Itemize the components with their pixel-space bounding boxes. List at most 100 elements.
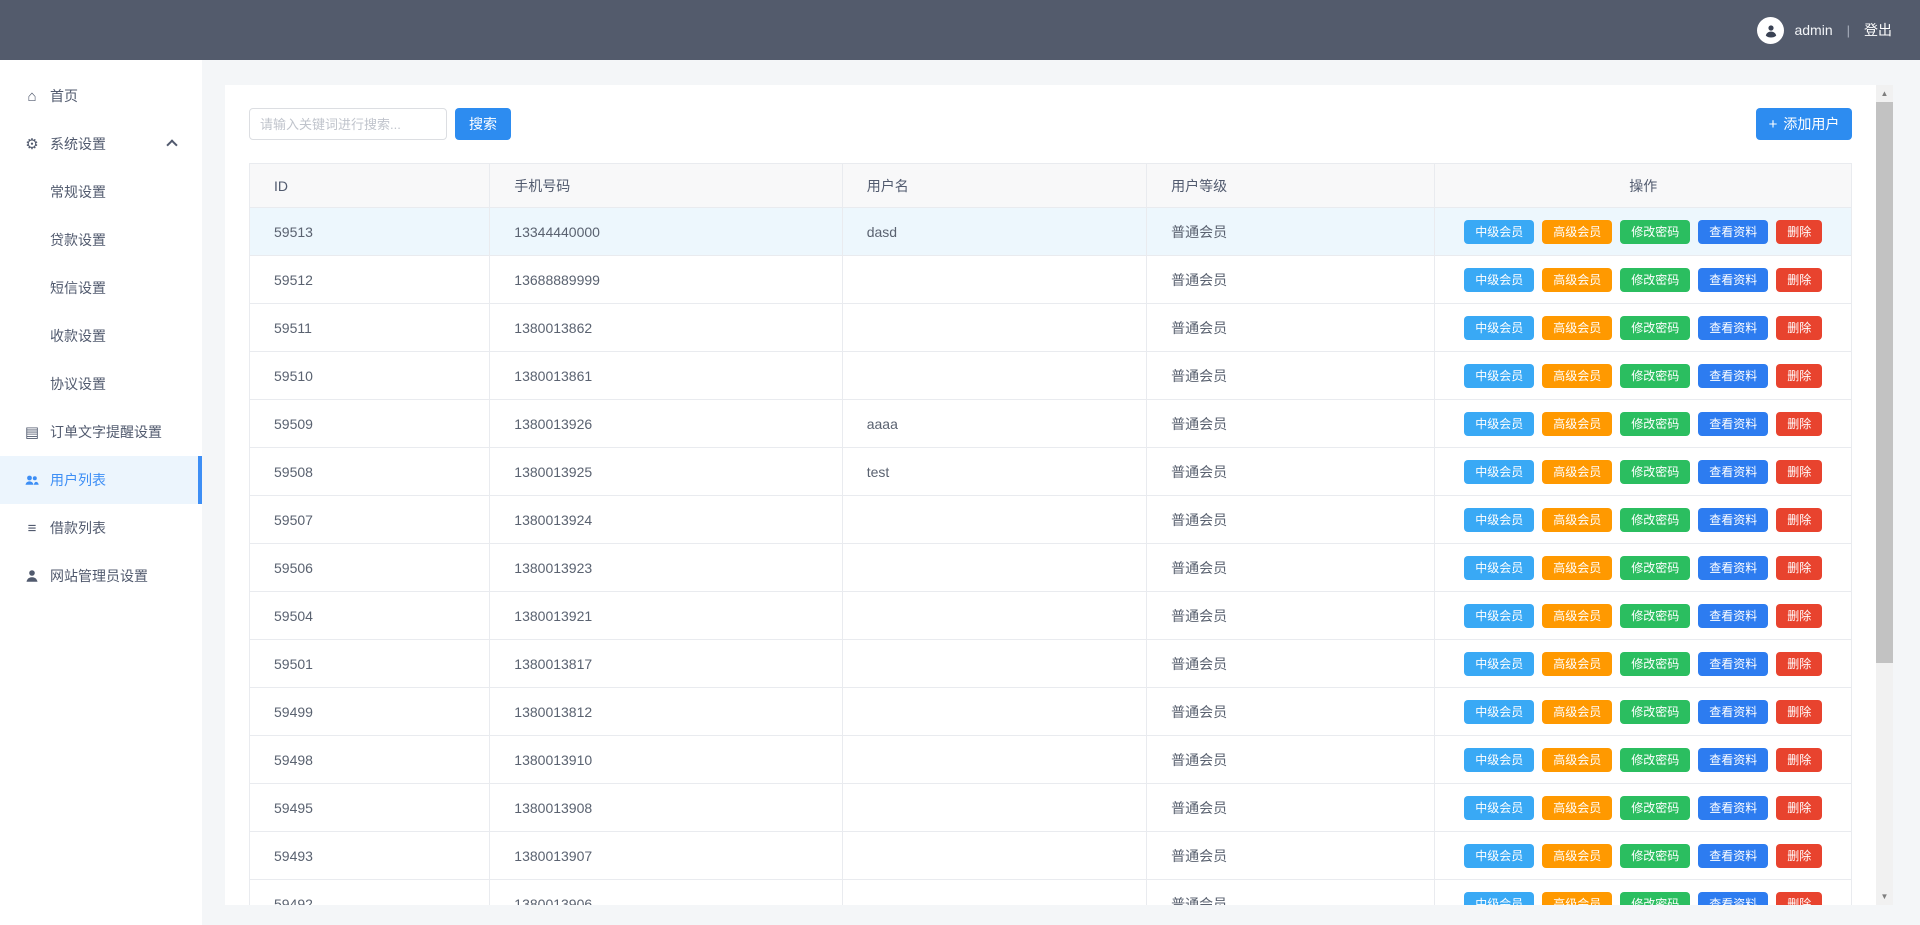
delete-button[interactable]: 删除 [1776, 315, 1823, 340]
senior-member-button[interactable]: 高级会员 [1542, 651, 1613, 676]
delete-button[interactable]: 删除 [1776, 507, 1823, 532]
view-profile-button[interactable]: 查看资料 [1698, 603, 1769, 628]
sidebar-item-loan-list[interactable]: ≡ 借款列表 [0, 504, 202, 552]
sidebar-item-site-admin-settings[interactable]: 网站管理员设置 [0, 552, 202, 600]
change-password-button[interactable]: 修改密码 [1620, 891, 1691, 905]
view-profile-button[interactable]: 查看资料 [1698, 267, 1769, 292]
change-password-button[interactable]: 修改密码 [1620, 603, 1691, 628]
senior-member-button[interactable]: 高级会员 [1542, 555, 1613, 580]
delete-button[interactable]: 删除 [1776, 699, 1823, 724]
change-password-button[interactable]: 修改密码 [1620, 267, 1691, 292]
view-profile-button[interactable]: 查看资料 [1698, 795, 1769, 820]
delete-button[interactable]: 删除 [1776, 843, 1823, 868]
sidebar-item-sms-settings[interactable]: 短信设置 [0, 264, 202, 312]
delete-button[interactable]: 删除 [1776, 747, 1823, 772]
view-profile-button[interactable]: 查看资料 [1698, 411, 1769, 436]
view-profile-button[interactable]: 查看资料 [1698, 315, 1769, 340]
delete-button[interactable]: 删除 [1776, 603, 1823, 628]
delete-button[interactable]: 删除 [1776, 555, 1823, 580]
change-password-button[interactable]: 修改密码 [1620, 219, 1691, 244]
senior-member-button[interactable]: 高级会员 [1542, 795, 1613, 820]
view-profile-button[interactable]: 查看资料 [1698, 555, 1769, 580]
mid-member-button[interactable]: 中级会员 [1464, 555, 1535, 580]
change-password-button[interactable]: 修改密码 [1620, 699, 1691, 724]
mid-member-button[interactable]: 中级会员 [1464, 411, 1535, 436]
senior-member-button[interactable]: 高级会员 [1542, 747, 1613, 772]
cell-phone: 1380013907 [489, 831, 843, 880]
change-password-button[interactable]: 修改密码 [1620, 459, 1691, 484]
senior-member-button[interactable]: 高级会员 [1542, 267, 1613, 292]
search-button[interactable]: 搜索 [455, 108, 511, 140]
delete-button[interactable]: 删除 [1776, 411, 1823, 436]
senior-member-button[interactable]: 高级会员 [1542, 459, 1613, 484]
senior-member-button[interactable]: 高级会员 [1542, 891, 1613, 905]
change-password-button[interactable]: 修改密码 [1620, 507, 1691, 532]
cell-phone: 1380013861 [489, 351, 843, 400]
mid-member-button[interactable]: 中级会员 [1464, 651, 1535, 676]
mid-member-button[interactable]: 中级会员 [1464, 891, 1535, 905]
scrollbar-thumb[interactable] [1876, 102, 1893, 663]
search-input[interactable] [249, 108, 447, 140]
sidebar-item-user-list[interactable]: 用户列表 [0, 456, 202, 504]
mid-member-button[interactable]: 中级会员 [1464, 363, 1535, 388]
sidebar-item-system-settings[interactable]: ⚙ 系统设置 [0, 120, 202, 168]
senior-member-button[interactable]: 高级会员 [1542, 507, 1613, 532]
change-password-button[interactable]: 修改密码 [1620, 795, 1691, 820]
mid-member-button[interactable]: 中级会员 [1464, 315, 1535, 340]
change-password-button[interactable]: 修改密码 [1620, 843, 1691, 868]
view-profile-button[interactable]: 查看资料 [1698, 843, 1769, 868]
mid-member-button[interactable]: 中级会员 [1464, 603, 1535, 628]
view-profile-button[interactable]: 查看资料 [1698, 459, 1769, 484]
vertical-scrollbar[interactable]: ▲ ▼ [1876, 85, 1893, 905]
view-profile-button[interactable]: 查看资料 [1698, 363, 1769, 388]
sidebar-item-general-settings[interactable]: 常规设置 [0, 168, 202, 216]
senior-member-button[interactable]: 高级会员 [1542, 699, 1613, 724]
senior-member-button[interactable]: 高级会员 [1542, 411, 1613, 436]
mid-member-button[interactable]: 中级会员 [1464, 267, 1535, 292]
mid-member-button[interactable]: 中级会员 [1464, 699, 1535, 724]
view-profile-button[interactable]: 查看资料 [1698, 507, 1769, 532]
sidebar-item-agreement-settings[interactable]: 协议设置 [0, 360, 202, 408]
scroll-up-arrow-icon[interactable]: ▲ [1876, 85, 1893, 102]
view-profile-button[interactable]: 查看资料 [1698, 747, 1769, 772]
change-password-button[interactable]: 修改密码 [1620, 747, 1691, 772]
delete-button[interactable]: 删除 [1776, 795, 1823, 820]
mid-member-button[interactable]: 中级会员 [1464, 219, 1535, 244]
delete-button[interactable]: 删除 [1776, 363, 1823, 388]
change-password-button[interactable]: 修改密码 [1620, 411, 1691, 436]
change-password-button[interactable]: 修改密码 [1620, 651, 1691, 676]
add-user-button[interactable]: + 添加用户 [1756, 108, 1852, 140]
senior-member-button[interactable]: 高级会员 [1542, 843, 1613, 868]
logout-link[interactable]: 登出 [1864, 20, 1892, 40]
mid-member-button[interactable]: 中级会员 [1464, 507, 1535, 532]
username-label[interactable]: admin [1794, 22, 1832, 38]
change-password-button[interactable]: 修改密码 [1620, 315, 1691, 340]
user-avatar-icon[interactable] [1757, 16, 1785, 44]
view-profile-button[interactable]: 查看资料 [1698, 219, 1769, 244]
senior-member-button[interactable]: 高级会员 [1542, 363, 1613, 388]
view-profile-button[interactable]: 查看资料 [1698, 699, 1769, 724]
delete-button[interactable]: 删除 [1776, 651, 1823, 676]
cell-phone: 1380013921 [489, 591, 843, 640]
delete-button[interactable]: 删除 [1776, 267, 1823, 292]
sidebar-item-payment-settings[interactable]: 收款设置 [0, 312, 202, 360]
senior-member-button[interactable]: 高级会员 [1542, 603, 1613, 628]
sidebar-item-loan-settings[interactable]: 贷款设置 [0, 216, 202, 264]
mid-member-button[interactable]: 中级会员 [1464, 747, 1535, 772]
view-profile-button[interactable]: 查看资料 [1698, 651, 1769, 676]
delete-button[interactable]: 删除 [1776, 459, 1823, 484]
senior-member-button[interactable]: 高级会员 [1542, 219, 1613, 244]
mid-member-button[interactable]: 中级会员 [1464, 459, 1535, 484]
mid-member-button[interactable]: 中级会员 [1464, 795, 1535, 820]
delete-button[interactable]: 删除 [1776, 219, 1823, 244]
view-profile-button[interactable]: 查看资料 [1698, 891, 1769, 905]
senior-member-button[interactable]: 高级会员 [1542, 315, 1613, 340]
mid-member-button[interactable]: 中级会员 [1464, 843, 1535, 868]
sidebar-item-order-text-reminder-settings[interactable]: ▤ 订单文字提醒设置 [0, 408, 202, 456]
change-password-button[interactable]: 修改密码 [1620, 555, 1691, 580]
change-password-button[interactable]: 修改密码 [1620, 363, 1691, 388]
sidebar-item-home[interactable]: ⌂ 首页 [0, 72, 202, 120]
scroll-down-arrow-icon[interactable]: ▼ [1876, 888, 1893, 905]
cell-phone: 1380013812 [489, 687, 843, 736]
delete-button[interactable]: 删除 [1776, 891, 1823, 905]
